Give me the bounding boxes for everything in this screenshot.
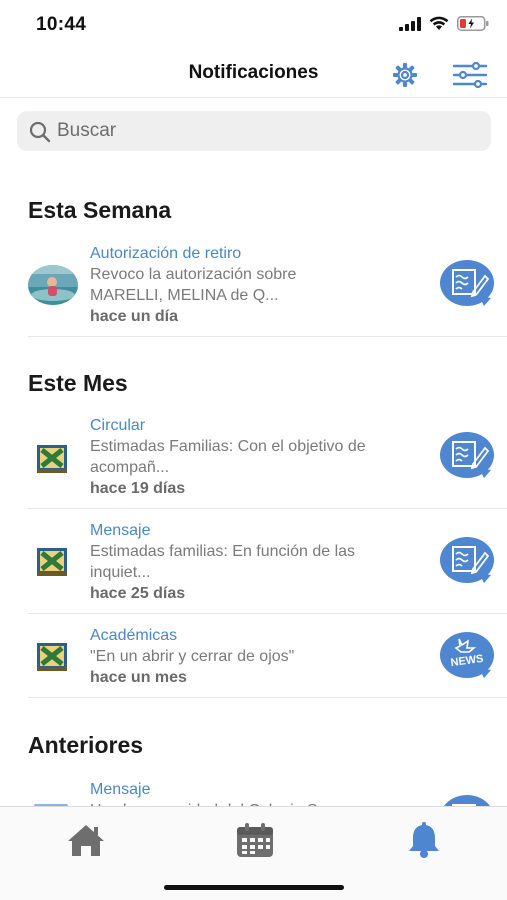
notification-category: Autorización de retiro	[90, 245, 242, 262]
nav-header: Notificaciones	[0, 50, 507, 98]
notification-item[interactable]: Circular Estimadas Familias: Con el obje…	[28, 412, 507, 509]
signal-icon	[399, 16, 421, 31]
notification-item[interactable]: Autorización de retiro Revoco la autoriz…	[28, 240, 507, 337]
section-title-earlier: Anteriores	[28, 732, 144, 758]
section-title-this-week: Esta Semana	[28, 197, 172, 223]
notification-list: 10:44 Notificaciones Buscar Esta Semana …	[0, 0, 507, 808]
notification-preview-line: Estimadas Familias: Con el objetivo de	[90, 438, 366, 455]
notification-preview-line: "En un abrir y cerrar de ojos"	[90, 648, 295, 665]
bell-icon[interactable]	[402, 821, 446, 859]
notification-time: hace un mes	[90, 669, 187, 686]
search-icon	[29, 121, 51, 143]
news-icon: NEWS	[439, 630, 495, 685]
notification-time: hace 25 días	[90, 585, 186, 602]
notification-category: Mensaje	[90, 781, 151, 798]
page-title: Notificaciones	[188, 62, 319, 83]
notification-time: hace 19 días	[90, 480, 186, 497]
notification-preview-line: inquiet...	[90, 564, 151, 581]
status-bar: 10:44	[0, 0, 507, 50]
school-crest-icon	[36, 547, 68, 577]
notification-category: Académicas	[90, 627, 178, 644]
notification-item[interactable]: Mensaje Estimadas familias: En función d…	[28, 517, 507, 614]
status-time: 10:44	[36, 14, 87, 35]
search-bar[interactable]	[17, 111, 491, 151]
notification-time: hace un día	[90, 308, 179, 325]
gear-icon[interactable]	[390, 60, 420, 90]
notification-item[interactable]: Académicas "En un abrir y cerrar de ojos…	[28, 622, 507, 698]
notification-item[interactable]: Mensaje Hoy la comunidad del Colegio San	[28, 776, 507, 808]
school-crest-icon	[36, 642, 68, 672]
battery-icon	[457, 16, 489, 31]
notification-category: Mensaje	[90, 522, 151, 539]
avatar	[28, 265, 78, 305]
notification-preview-line: Revoco la autorización sobre	[90, 266, 297, 283]
calendar-icon[interactable]	[233, 821, 277, 859]
school-crest-icon	[36, 444, 68, 474]
document-edit-icon	[439, 535, 495, 590]
notification-preview-line: acompañ...	[90, 459, 170, 476]
notification-preview-line: MARELLI, MELINA de Q...	[90, 287, 279, 304]
status-icons	[399, 16, 489, 31]
notification-category: Circular	[90, 417, 146, 434]
filter-sliders-icon[interactable]	[452, 60, 488, 90]
notification-preview-line: Estimadas familias: En función de las	[90, 543, 356, 560]
home-icon[interactable]	[64, 821, 108, 859]
wifi-icon	[429, 16, 449, 30]
document-edit-icon	[439, 430, 495, 485]
search-input[interactable]	[57, 111, 477, 151]
section-title-this-month: Este Mes	[28, 370, 128, 396]
home-indicator	[164, 885, 344, 890]
document-edit-icon	[439, 258, 495, 313]
